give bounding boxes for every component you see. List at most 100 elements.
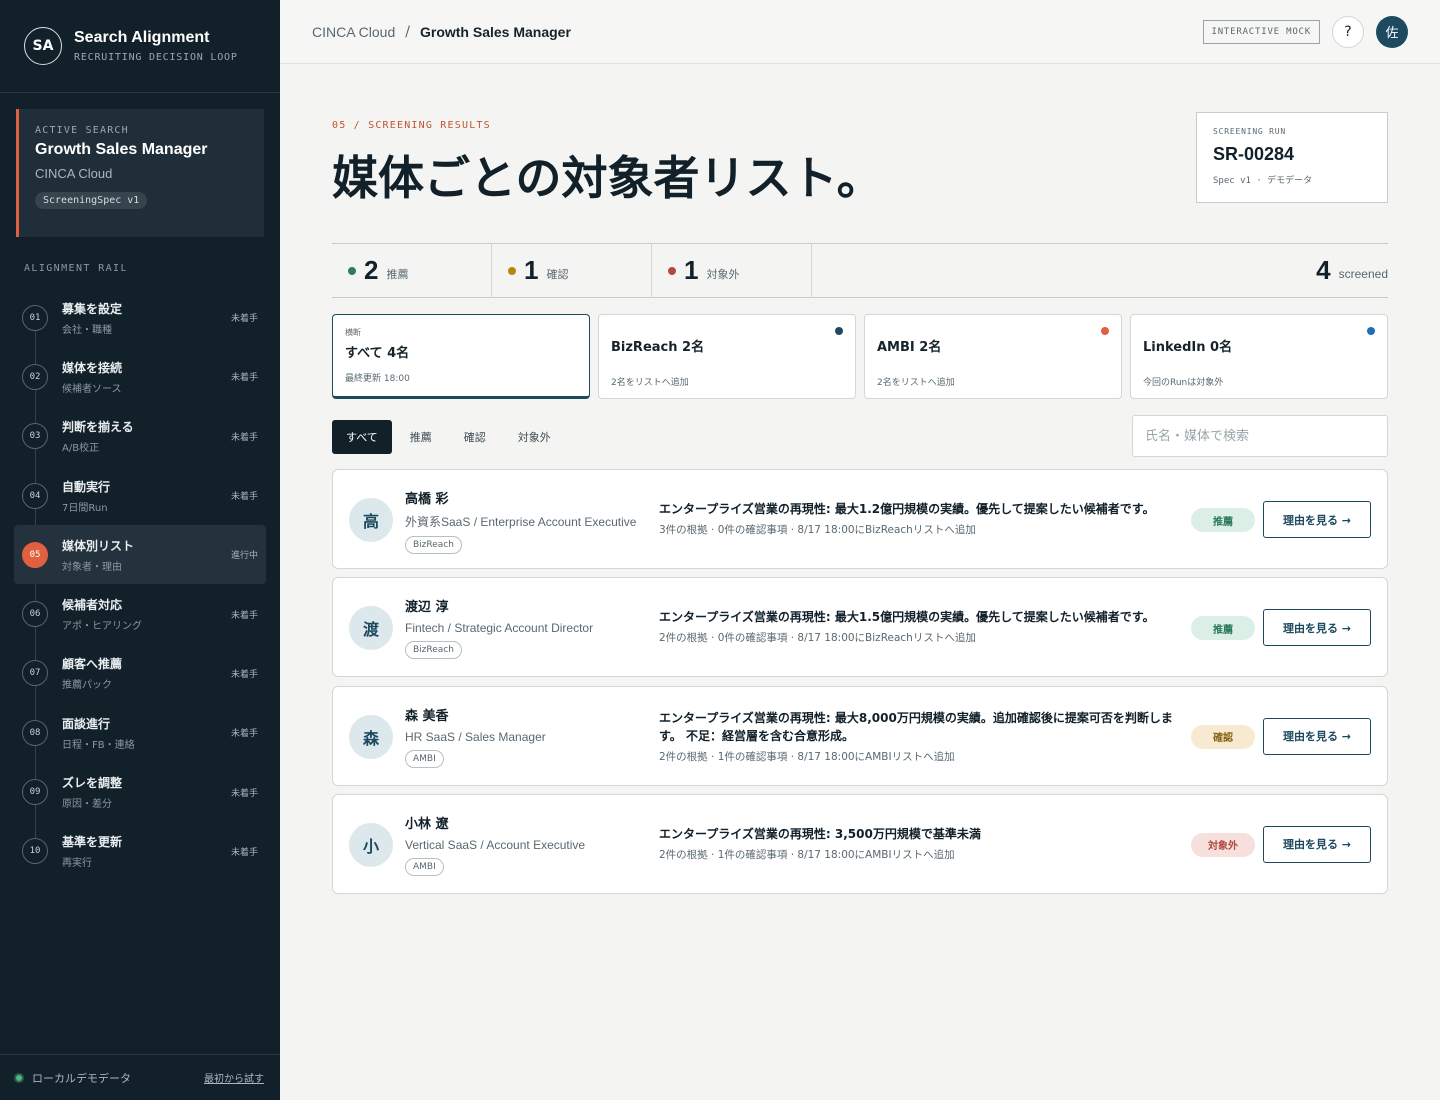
active-search-card[interactable]: ACTIVE SEARCH Growth Sales Manager CINCA… [16, 109, 264, 237]
candidate-row[interactable]: 小 小林 遼 Vertical SaaS / Account Executive… [332, 793, 1388, 894]
rail-item-subtitle: 候補者ソース [62, 383, 122, 395]
rail-item-1[interactable]: 01 募集を設定 会社・職種 未着手 [14, 288, 266, 347]
stat-label: 推薦 [386, 267, 409, 281]
brand: SA Search Alignment RECRUITING DECISION … [0, 0, 280, 93]
restart-link[interactable]: 最初から試す [204, 1070, 264, 1085]
rail-item-6[interactable]: 06 候補者対応 アポ・ヒアリング 未着手 [14, 584, 266, 643]
rail-step-number: 01 [22, 304, 48, 331]
tab-excluded[interactable]: 対象外 [504, 420, 565, 454]
media-card-title: すべて 4名 [345, 346, 410, 361]
view-reason-button[interactable]: 理由を見る → [1263, 501, 1371, 538]
rail-item-2[interactable]: 02 媒体を接続 候補者ソース 未着手 [14, 347, 266, 406]
active-search-company: CINCA Cloud [35, 166, 113, 181]
tab-check[interactable]: 確認 [450, 420, 500, 454]
media-card-subtitle: 今回のRunは対象外 [1143, 378, 1224, 388]
rail-item-status: 未着手 [230, 669, 258, 680]
media-card-linkedin[interactable]: LinkedIn 0名 今回のRunは対象外 [1130, 314, 1388, 399]
media-card-overline: 横断 [345, 328, 361, 337]
rail-item-4[interactable]: 04 自動実行 7日間Run 未着手 [14, 466, 266, 525]
media-card-all[interactable]: 横断 すべて 4名 最終更新 18:00 [332, 314, 590, 399]
status-dot-icon [14, 1072, 24, 1083]
candidate-role: HR SaaS / Sales Manager [405, 729, 546, 744]
rail-item-status: 未着手 [230, 610, 258, 621]
total-number: 4 [1316, 255, 1331, 285]
rail-item-title: 募集を設定 [62, 301, 123, 316]
rail-item-title: 面談進行 [62, 716, 111, 731]
candidate-list: 高 高橋 彩 外資系SaaS / Enterprise Account Exec… [332, 469, 1388, 902]
stat-total: 4 screened [1308, 255, 1388, 286]
stat-number: 2 [364, 255, 379, 285]
brand-subtitle: RECRUITING DECISION LOOP [74, 52, 238, 63]
user-avatar[interactable]: 佐 [1376, 15, 1408, 48]
candidate-row[interactable]: 高 高橋 彩 外資系SaaS / Enterprise Account Exec… [332, 469, 1388, 569]
rail-item-title: 候補者対応 [62, 598, 123, 613]
page-title: 媒体ごとの対象者リスト。 [332, 151, 883, 205]
ambi-dot-icon [1101, 327, 1109, 335]
rail-item-7[interactable]: 07 顧客へ推薦 推薦パック 未着手 [14, 644, 266, 703]
search-input[interactable] [1132, 415, 1388, 457]
rail-item-10[interactable]: 10 基準を更新再実行 未着手 [14, 822, 266, 881]
rail-item-5[interactable]: 05 媒体別リスト 対象者・理由 進行中 [14, 525, 266, 585]
filter-tabs: すべて 推薦 確認 対象外 [332, 420, 569, 454]
spec-badge: ScreeningSpec v1 [35, 192, 148, 209]
media-card-subtitle: 2名をリストへ追加 [611, 378, 689, 388]
rail-item-title: 媒体別リスト [62, 538, 135, 553]
rail-item-9[interactable]: 09 ズレを調整 原因・差分 未着手 [14, 762, 266, 821]
candidate-role: Fintech / Strategic Account Director [405, 621, 594, 636]
help-button[interactable]: ? [1332, 15, 1364, 48]
rail-step-number: 08 [22, 719, 48, 746]
brand-logo[interactable]: SA [24, 27, 62, 65]
rail-step-number: 09 [22, 779, 48, 806]
run-label: SCREENING RUN [1213, 127, 1287, 136]
candidate-row[interactable]: 渡 渡辺 淳 Fintech / Strategic Account Direc… [332, 577, 1388, 678]
rail-item-status: 未着手 [230, 729, 258, 740]
stat-check: 1 確認 [492, 243, 652, 298]
tab-all[interactable]: すべて [332, 420, 392, 454]
candidate-avatar: 高 [349, 498, 393, 542]
candidate-avatar: 森 [349, 714, 393, 759]
media-cards: 横断 すべて 4名 最終更新 18:00 BizReach 2名 2名をリストへ… [332, 314, 1388, 399]
rail-label: ALIGNMENT RAIL [24, 263, 128, 274]
stat-excluded: 1 対象外 [652, 243, 812, 298]
candidate-avatar: 小 [349, 822, 393, 867]
media-card-bizreach[interactable]: BizReach 2名 2名をリストへ追加 [598, 314, 856, 399]
interactive-mock-badge: INTERACTIVE MOCK [1202, 19, 1320, 44]
candidate-name: 渡辺 淳 [405, 600, 449, 616]
run-id: SR-00284 [1213, 144, 1295, 164]
media-card-subtitle: 最終更新 18:00 [345, 374, 410, 384]
rail-item-subtitle: 再実行 [62, 858, 92, 870]
rail-step-number: 04 [22, 482, 48, 509]
active-search-title: Growth Sales Manager [35, 141, 208, 158]
view-reason-button[interactable]: 理由を見る → [1263, 717, 1371, 755]
rail-step-number: 05 [22, 541, 48, 568]
candidate-media-tag: BizReach [405, 641, 462, 660]
brand-title: Search Alignment [74, 29, 210, 46]
rail-item-status: 未着手 [230, 847, 258, 858]
rail-item-subtitle: 原因・差分 [62, 799, 112, 811]
rail-item-3[interactable]: 03 判断を揃える A/B校正 未着手 [14, 407, 266, 466]
section-eyebrow: 05 / SCREENING RESULTS [332, 120, 491, 131]
rail-item-status: 未着手 [230, 314, 258, 325]
rail-step-number: 10 [22, 838, 48, 865]
media-card-ambi[interactable]: AMBI 2名 2名をリストへ追加 [864, 314, 1122, 399]
candidate-meta: 2件の根拠 · 1件の確認事項 · 8/17 18:00にAMBIリストへ追加 [659, 750, 955, 763]
rail-item-title: 顧客へ推薦 [62, 657, 123, 672]
breadcrumb-root[interactable]: CINCA Cloud [312, 24, 395, 40]
view-reason-button[interactable]: 理由を見る → [1263, 609, 1371, 647]
verdict-badge: 対象外 [1191, 832, 1255, 857]
view-reason-button[interactable]: 理由を見る → [1263, 825, 1371, 863]
tab-recommend[interactable]: 推薦 [396, 420, 446, 454]
check-dot-icon [508, 266, 516, 275]
rail-step-number: 06 [22, 601, 48, 628]
rail-item-8[interactable]: 08 面談進行 日程・FB・連絡 未着手 [14, 703, 266, 762]
candidate-media-tag: BizReach [405, 536, 462, 554]
media-card-title: BizReach 2名 [611, 340, 705, 355]
rail-item-status: 未着手 [230, 492, 258, 503]
rail-item-title: 基準を更新 [62, 835, 123, 850]
candidate-role: 外資系SaaS / Enterprise Account Executive [405, 515, 637, 529]
rail-item-title: ズレを調整 [62, 776, 123, 791]
candidate-role: Vertical SaaS / Account Executive [405, 837, 586, 852]
candidate-row[interactable]: 森 森 美香 HR SaaS / Sales Manager AMBI エンター… [332, 685, 1388, 786]
alignment-rail: 01 募集を設定 会社・職種 未着手 02 媒体を接続 候補者ソース 未着手 03 判断を揃え… [14, 288, 266, 881]
sidebar-footer: ローカルデモデータ 最初から試す [0, 1054, 280, 1100]
